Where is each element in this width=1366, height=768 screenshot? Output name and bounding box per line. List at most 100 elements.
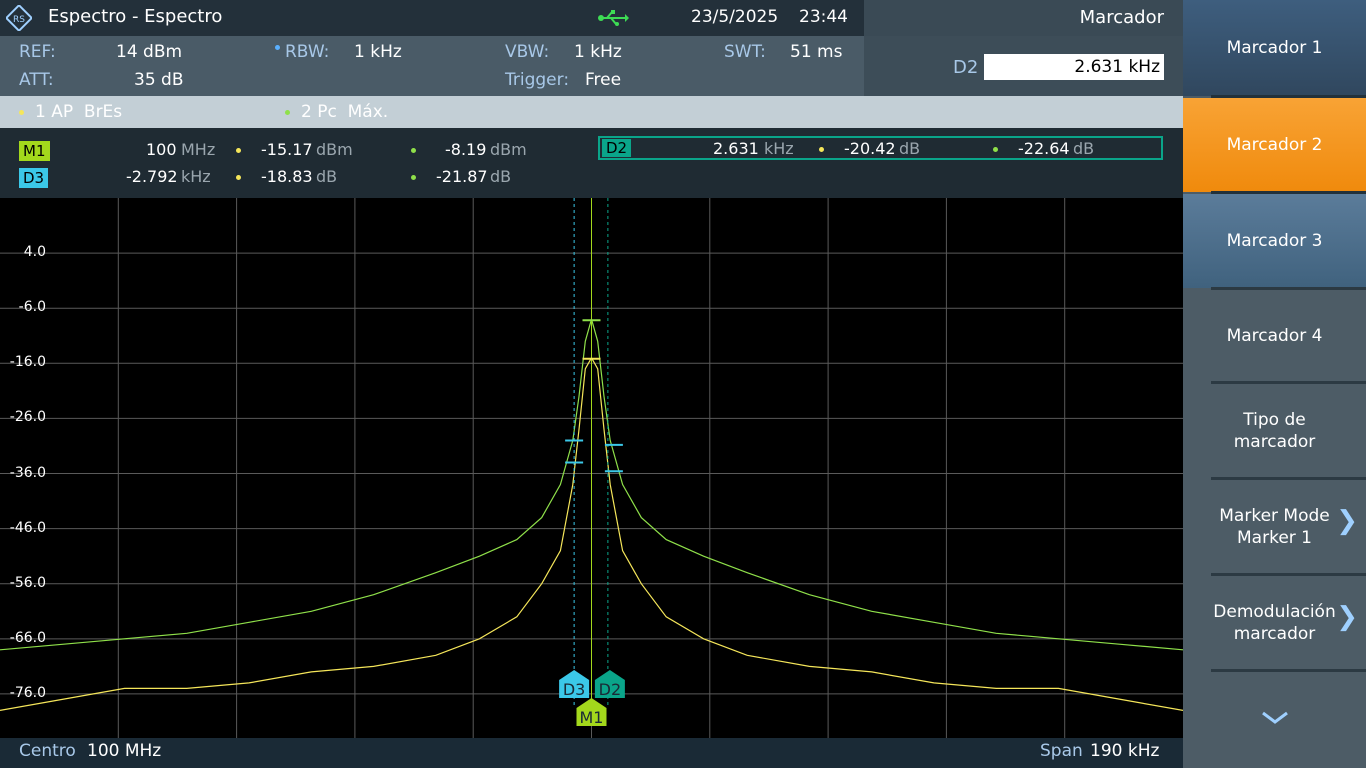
d2-trace2-unit: dB [1073,139,1095,158]
marker-flag-d3[interactable]: D3 [559,670,590,699]
panel-title-bar: Marcador [864,0,1183,36]
d3-trace1-unit: dB [316,167,338,186]
marker-mode-button[interactable]: Marker Mode Marker 1 ❯ [1183,480,1366,574]
trace2-dot-icon [285,110,290,115]
spectrum-chart[interactable]: D3 D2 M1 [0,198,1183,738]
d2-trace2-dot-icon [993,147,998,152]
softkey-panel: Marcador 1 Marcador 2 Marcador 3 Marcado… [1183,0,1366,768]
rbw-value: 1 kHz [354,42,402,62]
d2-x-value: 2.631 [713,139,759,158]
marcador-3-label: Marcador 3 [1226,231,1323,251]
date-display: 23/5/2025 [691,7,779,27]
marker-flag-m1[interactable]: M1 [576,698,607,727]
demodulacion-label-1: Demodulación [1213,602,1336,622]
d2-trace1-unit: dB [899,139,921,158]
span-value[interactable]: 190 kHz [1090,741,1159,761]
marker-d3-tag[interactable]: D3 [19,168,49,188]
marker-d2-row[interactable]: D2 2.631 kHz -20.42 dB -22.64 dB [598,136,1163,160]
spectrum-plot[interactable]: D3 D2 M1 4.0 -6.0 -16.0 -26.0 -36.0 -46.0 -56.0 -… [0,198,1183,738]
marker-layer: D3 D2 M1 [559,198,625,727]
swt-value: 51 ms [790,42,843,62]
time-display: 23:44 [799,7,848,27]
d3-trace1-value: -18.83 [261,167,313,186]
svg-text:D2: D2 [599,680,622,699]
settings-bar[interactable]: REF: 14 dBm ATT: 35 dB RBW: 1 kHz VBW: 1… [0,36,864,96]
y-tick-label: -66.0 [9,629,46,646]
marker-flag-d2[interactable]: D2 [594,670,625,699]
m1-trace1-unit: dBm [316,140,353,159]
center-label[interactable]: Centro [19,741,76,761]
center-value[interactable]: 100 MHz [87,741,161,761]
app-title: Espectro - Espectro [48,6,223,27]
chevron-right-icon: ❯ [1336,602,1358,632]
ref-value: 14 dBm [116,42,183,62]
more-softkeys-button[interactable] [1183,672,1366,768]
usb-icon [597,9,629,27]
svg-text:D3: D3 [563,680,586,699]
marcador-1-label: Marcador 1 [1226,38,1323,58]
panel-title: Marcador [1079,7,1164,28]
trace1-dot-icon [19,110,24,115]
marcador-3-button[interactable]: Marcador 3 [1183,194,1366,288]
y-tick-label: -76.0 [9,684,46,701]
y-tick-label: -26.0 [9,409,46,426]
tipo-de-marcador-button[interactable]: Tipo de marcador [1183,384,1366,478]
chevron-down-icon [1261,709,1289,731]
d3-x-value: -2.792 [126,167,178,186]
trace-bar: 1 AP BrEs 2 Pc Máx. [0,96,1183,128]
rbw-label: RBW: [285,42,330,62]
m1-trace2-value: -8.19 [445,140,487,159]
d3-trace2-value: -21.87 [436,167,488,186]
swt-label: SWT: [724,42,766,62]
vbw-value: 1 kHz [574,42,622,62]
d2-x-unit: kHz [764,139,794,158]
d3-trace1-dot-icon [236,175,241,180]
d2-trace2-value: -22.64 [1018,139,1070,158]
marcador-2-button[interactable]: Marcador 2 [1183,98,1366,192]
span-label[interactable]: Span [1040,741,1083,761]
m1-trace1-dot-icon [236,148,241,153]
demodulacion-label-2: marcador [1233,624,1316,644]
chevron-right-icon: ❯ [1336,506,1358,536]
y-tick-label: -36.0 [9,464,46,481]
rohde-schwarz-logo-icon: RS [4,3,34,33]
ref-label: REF: [19,42,56,62]
marcador-4-label: Marcador 4 [1226,326,1323,346]
marker-frequency-input[interactable]: 2.631 kHz [984,54,1164,80]
svg-text:M1: M1 [580,708,604,727]
y-tick-label: -6.0 [18,299,46,316]
marcador-4-button[interactable]: Marcador 4 [1183,290,1366,382]
y-tick-label: -16.0 [9,354,46,371]
svg-text:RS: RS [13,15,25,25]
marker-mode-label-2: Marker 1 [1237,528,1312,548]
d2-trace1-dot-icon [819,147,824,152]
m1-x-unit: MHz [181,140,216,159]
marker-input-area: D2 2.631 kHz [864,36,1183,96]
m1-trace2-dot-icon [411,148,416,153]
marker-m1-tag[interactable]: M1 [19,141,50,161]
att-label: ATT: [19,70,54,90]
marker-frequency-value: 2.631 kHz [1074,57,1160,77]
y-tick-label: -46.0 [9,519,46,536]
trace1-label[interactable]: 1 AP BrEs [35,102,122,122]
m1-x-value: 100 [146,140,177,159]
trace2-label[interactable]: 2 Pc Máx. [301,102,388,122]
marker-table: M1 100 MHz -15.17 dBm -8.19 dBm D3 -2.79… [0,128,1183,198]
marker-input-label: D2 [953,57,979,78]
rbw-coupled-dot-icon [275,45,280,50]
d3-x-unit: kHz [181,167,211,186]
marcador-1-button[interactable]: Marcador 1 [1183,0,1366,96]
marcador-2-label: Marcador 2 [1226,135,1323,155]
vbw-label: VBW: [505,42,550,62]
demodulacion-marcador-button[interactable]: Demodulación marcador ❯ [1183,576,1366,670]
att-value: 35 dB [134,70,184,90]
tipo-de-marcador-label-2: marcador [1233,432,1316,452]
tipo-de-marcador-label-1: Tipo de [1243,410,1306,430]
trigger-label: Trigger: [505,70,570,90]
marker-mode-label-1: Marker Mode [1219,506,1330,526]
trigger-value: Free [585,70,622,90]
d3-trace2-unit: dB [490,167,512,186]
marker-d2-tag: D2 [602,139,632,157]
d2-trace1-value: -20.42 [844,139,896,158]
m1-trace1-value: -15.17 [261,140,313,159]
